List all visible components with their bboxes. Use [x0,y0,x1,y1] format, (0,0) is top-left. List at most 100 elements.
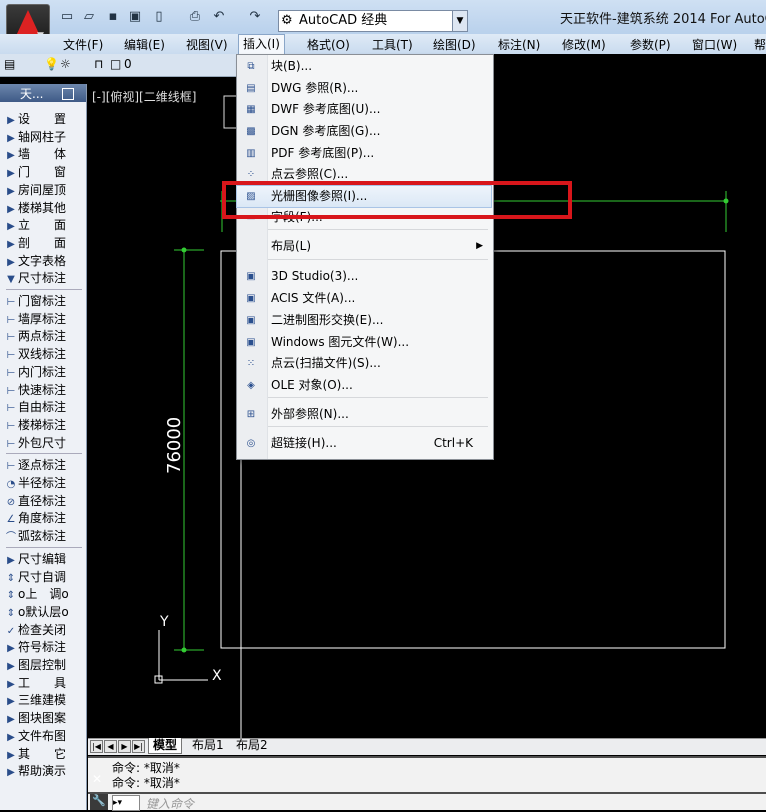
palette-item[interactable]: ⊢ 快速标注 [4,382,84,399]
block-icon: ⧉ [247,61,255,72]
menu-parameter[interactable]: 参数(P) [630,36,671,54]
tab-layout2[interactable]: 布局2 [232,738,272,753]
palette-item[interactable]: ▶ 门 窗 [4,164,84,181]
insert-menu-item[interactable]: ⊞ 外部参照(N)... [237,404,491,425]
menu-modify[interactable]: 修改(M) [562,36,606,54]
layer-manager-icon[interactable]: ▤ [4,57,15,71]
publish-icon[interactable]: ▯ [150,9,168,25]
insert-menu-item[interactable]: ▣ 3D Studio(3)... [237,266,491,287]
palette-item[interactable]: ⊢ 内门标注 [4,364,84,381]
palette-item[interactable]: ▶ 尺寸编辑 [4,551,84,568]
palette-item[interactable]: ▶ 设 置 [4,111,84,128]
color-swatch-icon[interactable]: □ [110,57,121,71]
next-tab-icon[interactable]: ▶ [118,740,131,753]
viewport-controls[interactable]: [-][俯视][二维线框] [92,88,196,105]
insert-menu-item[interactable]: ▩ DGN 参考底图(G)... [237,121,491,142]
print-icon[interactable]: ⎙ [186,9,204,25]
close-icon[interactable]: ✕ [92,772,102,786]
menu-view[interactable]: 视图(V) [186,36,228,54]
palette-collapse-icon[interactable] [62,88,74,100]
menu-dimension[interactable]: 标注(N) [498,36,540,54]
palette-item[interactable]: ▶ 文字表格 [4,253,84,270]
insert-menu-item[interactable]: ⁙ 点云(扫描文件)(S)... [237,353,491,374]
palette-item[interactable]: ▶ 剖 面 [4,235,84,252]
menu-format[interactable]: 格式(O) [307,36,350,54]
palette-item[interactable]: ⇕ 尺寸自调 [4,569,84,586]
layer-name[interactable]: 0 [124,57,132,71]
palette-item[interactable]: ▶ 墙 体 [4,146,84,163]
lightbulb-icon[interactable]: 💡 [44,57,59,71]
palette-item[interactable]: ▶ 轴网柱子 [4,129,84,146]
insert-menu-item[interactable]: ▣ 二进制图形交换(E)... [237,310,491,331]
palette-item[interactable]: ⌒ 弧弦标注 [4,528,84,545]
prev-tab-icon[interactable]: ◀ [104,740,117,753]
command-input[interactable]: 键入命令 [146,795,194,812]
menu-tools[interactable]: 工具(T) [372,36,413,54]
palette-item[interactable]: ▶ 符号标注 [4,639,84,656]
palette-item[interactable]: ⊢ 门窗标注 [4,293,84,310]
new-file-icon[interactable]: ▭ [58,9,76,25]
palette-item[interactable]: ▶ 工 具 [4,675,84,692]
palette-item-label: 门窗标注 [18,294,67,308]
insert-menu-item[interactable]: 布局(L) ▶ [237,236,491,257]
palette-item[interactable]: ✓ 检查关闭 [4,622,84,639]
palette-item-label: 三维建模 [18,693,67,708]
palette-item[interactable]: ▶ 图块图案 [4,710,84,727]
menu-window[interactable]: 窗口(W) [692,36,737,54]
last-tab-icon[interactable]: ▶| [132,740,145,753]
insert-menu-item[interactable]: ▥ PDF 参考底图(P)... [237,143,491,164]
palette-item-label: 尺寸标注 [18,271,67,286]
save-icon[interactable]: ▪ [104,9,122,25]
insert-menu-item[interactable]: ⧉ 块(B)... [237,56,491,77]
menu-help[interactable]: 帮 [754,36,766,54]
palette-item[interactable]: ⊢ 外包尺寸 [4,435,84,452]
palette-item[interactable]: ▶ 楼梯其他 [4,200,84,217]
menu-edit[interactable]: 编辑(E) [124,36,165,54]
sun-icon[interactable]: ☼ [60,57,71,71]
palette-item[interactable]: ⊢ 自由标注 [4,399,84,416]
insert-menu-item[interactable]: ◈ OLE 对象(O)... [237,375,491,396]
undo-icon[interactable]: ↶ [210,9,228,25]
menu-shortcut: Ctrl+K [433,436,473,450]
insert-menu-item[interactable]: ▣ Windows 图元文件(W)... [237,332,491,353]
open-file-icon[interactable]: ▱ [80,9,98,25]
palette-item[interactable]: ⊢ 逐点标注 [4,457,84,474]
palette-item-label: 楼梯其他 [18,200,67,215]
palette-item[interactable]: ⇕ o默认层o [4,604,84,621]
insert-menu-item[interactable]: ◎ 超链接(H)... Ctrl+K [237,433,491,454]
wrench-icon[interactable]: 🔧 [90,794,108,810]
palette-item[interactable]: ▶ 帮助演示 [4,763,84,780]
palette-item[interactable]: ▶ 图层控制 [4,657,84,674]
palette-item[interactable]: ▶ 三维建模 [4,692,84,709]
tab-layout1[interactable]: 布局1 [188,738,228,753]
palette-item[interactable]: ▶ 文件布图 [4,728,84,745]
tab-model[interactable]: 模型 [148,738,183,754]
adjust-icon: ⇕ [6,572,16,584]
insert-menu-item[interactable]: ▣ ACIS 文件(A)... [237,288,491,309]
palette-item[interactable]: ∠ 角度标注 [4,510,84,527]
command-prompt-icon[interactable]: ▸▾ [112,795,140,811]
chevron-down-icon[interactable]: ▼ [452,11,467,31]
palette-item[interactable]: ▶ 其 它 [4,746,84,763]
first-tab-icon[interactable]: |◀ [90,740,103,753]
menu-file[interactable]: 文件(F) [63,36,103,54]
lock-icon[interactable]: ⊓ [94,57,103,71]
workspace-selector[interactable]: ⚙ AutoCAD 经典 ▼ [278,10,468,32]
palette-item[interactable]: ⊢ 双线标注 [4,346,84,363]
menu-insert[interactable]: 插入(I) [238,34,285,55]
palette-item[interactable]: ▼ 尺寸标注 [4,270,84,287]
palette-item[interactable]: ▶ 房间屋顶 [4,182,84,199]
insert-menu-item[interactable]: ▦ DWF 参考底图(U)... [237,99,491,120]
insert-menu-item[interactable]: ▤ DWG 参照(R)... [237,78,491,99]
menu-draw[interactable]: 绘图(D) [433,36,476,54]
insert-menu-item-label: DWG 参照(R)... [271,81,359,95]
save-as-icon[interactable]: ▣ [126,9,144,25]
palette-item[interactable]: ⊢ 楼梯标注 [4,417,84,434]
palette-item[interactable]: ▶ 立 面 [4,217,84,234]
palette-item[interactable]: ⇕ o上 调o [4,586,84,603]
palette-item[interactable]: ◔ 半径标注 [4,475,84,492]
palette-item[interactable]: ⊢ 两点标注 [4,328,84,345]
palette-item[interactable]: ⊢ 墙厚标注 [4,311,84,328]
palette-item[interactable]: ⊘ 直径标注 [4,493,84,510]
redo-icon[interactable]: ↷ [246,9,264,25]
